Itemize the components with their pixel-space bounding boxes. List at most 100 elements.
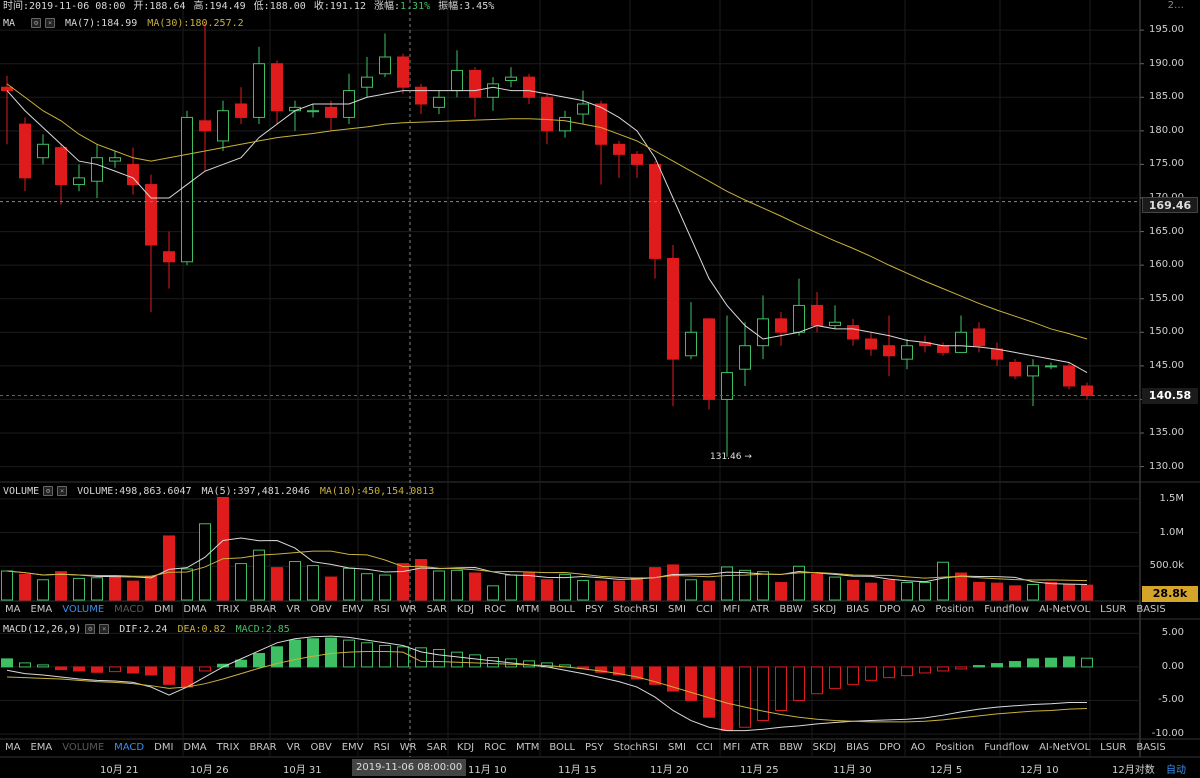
indicator-tab[interactable]: Position — [930, 741, 979, 755]
volume-bar — [631, 577, 643, 601]
macd-histogram-bar — [361, 642, 373, 668]
ma30-value: MA(30):180.257.2 — [147, 17, 244, 29]
indicator-tab[interactable]: CCI — [691, 603, 718, 617]
volume-bar — [19, 573, 31, 601]
candle-body — [271, 63, 283, 112]
indicator-tab[interactable]: BRAR — [244, 603, 281, 617]
indicator-tab[interactable]: AI-NetVOL — [1034, 603, 1095, 617]
macd-histogram-bar — [451, 651, 463, 668]
indicator-tab[interactable]: BASIS — [1131, 603, 1170, 617]
indicator-tab[interactable]: BRAR — [244, 741, 281, 755]
indicator-tab[interactable]: StochRSI — [609, 603, 663, 617]
indicator-tab[interactable]: WR — [395, 603, 422, 617]
indicator-tab[interactable]: MA — [0, 741, 25, 755]
indicator-tab[interactable]: SKDJ — [808, 603, 842, 617]
candle-body — [55, 147, 67, 186]
close-icon[interactable]: × — [99, 624, 110, 634]
indicator-tab[interactable]: BOLL — [544, 741, 580, 755]
macd-histogram-bar — [325, 637, 337, 668]
indicator-tab[interactable]: RSI — [369, 603, 395, 617]
indicator-tab[interactable]: MACD — [109, 741, 149, 755]
candle-body — [1, 86, 13, 92]
indicator-tab[interactable]: EMA — [25, 741, 57, 755]
settings-icon[interactable]: ⚙ — [85, 624, 96, 634]
indicator-tab[interactable]: BIAS — [841, 603, 874, 617]
indicator-tab[interactable]: BBW — [774, 603, 807, 617]
indicator-tab[interactable]: BASIS — [1131, 741, 1170, 755]
indicator-tab[interactable]: EMV — [337, 603, 369, 617]
indicator-tab[interactable]: PSY — [580, 741, 609, 755]
indicator-tab[interactable]: AO — [906, 603, 931, 617]
indicator-tab[interactable]: ATR — [745, 741, 774, 755]
candle-body — [847, 325, 859, 340]
indicator-tab[interactable]: MTM — [511, 603, 544, 617]
indicator-tab[interactable]: BIAS — [841, 741, 874, 755]
indicator-tab[interactable]: LSUR — [1095, 603, 1131, 617]
indicator-tab[interactable]: ROC — [479, 741, 511, 755]
indicator-tab[interactable]: VOLUME — [57, 741, 109, 755]
indicator-tab[interactable]: DMI — [149, 741, 178, 755]
macd-histogram-bar — [811, 666, 823, 695]
indicator-tab[interactable]: VOLUME — [57, 603, 109, 617]
indicator-tab[interactable]: SAR — [422, 603, 452, 617]
indicator-tab[interactable]: RSI — [369, 741, 395, 755]
indicator-tab[interactable]: KDJ — [452, 603, 479, 617]
indicator-tab[interactable]: OBV — [305, 603, 336, 617]
indicator-tab[interactable]: PSY — [580, 603, 609, 617]
indicator-tab[interactable]: AI-NetVOL — [1034, 741, 1095, 755]
indicator-tab[interactable]: Fundflow — [979, 603, 1034, 617]
indicator-tab[interactable]: ATR — [745, 603, 774, 617]
auto-scale-button[interactable]: 自动 — [1166, 761, 1186, 776]
indicator-tab[interactable]: VR — [282, 603, 306, 617]
indicator-tab[interactable]: DMA — [178, 603, 211, 617]
indicator-tab[interactable]: DMI — [149, 603, 178, 617]
indicator-tab[interactable]: MFI — [718, 741, 745, 755]
indicator-tab[interactable]: Position — [930, 603, 979, 617]
indicator-tab[interactable]: MTM — [511, 741, 544, 755]
indicator-tab[interactable]: DPO — [874, 603, 906, 617]
indicator-tab[interactable]: EMA — [25, 603, 57, 617]
macd-histogram-bar — [487, 657, 499, 668]
candle-body — [379, 56, 391, 75]
indicator-tab[interactable]: Fundflow — [979, 741, 1034, 755]
indicator-tab[interactable]: MA — [0, 603, 25, 617]
indicator-tab[interactable]: SMI — [663, 741, 691, 755]
indicator-tab[interactable]: SAR — [422, 741, 452, 755]
indicator-tab[interactable]: BBW — [774, 741, 807, 755]
indicator-tab[interactable]: MACD — [109, 603, 149, 617]
indicator-tab[interactable]: WR — [395, 741, 422, 755]
indicator-tab[interactable]: ROC — [479, 603, 511, 617]
candle-body — [1027, 365, 1039, 377]
macd-histogram-bar — [955, 666, 967, 670]
low-label: 低:188.00 — [253, 1, 306, 12]
indicator-tab[interactable]: StochRSI — [609, 741, 663, 755]
candle-body — [775, 318, 787, 333]
indicator-tab[interactable]: KDJ — [452, 741, 479, 755]
close-icon[interactable]: × — [45, 18, 56, 28]
indicator-tab[interactable]: BOLL — [544, 603, 580, 617]
indicator-tab[interactable]: SKDJ — [808, 741, 842, 755]
time-axis-label: 12月 10 — [1020, 765, 1059, 776]
indicator-tab[interactable]: OBV — [305, 741, 336, 755]
indicator-tab[interactable]: DMA — [178, 741, 211, 755]
chart-canvas[interactable] — [0, 0, 1200, 778]
indicator-tab[interactable]: TRIX — [212, 603, 245, 617]
close-label: 收:191.12 — [313, 1, 366, 12]
settings-icon[interactable]: ⚙ — [43, 486, 54, 496]
macd-histogram-bar — [1081, 657, 1093, 668]
indicator-tab[interactable]: DPO — [874, 741, 906, 755]
volume-bar — [757, 571, 769, 601]
indicator-tab[interactable]: EMV — [337, 741, 369, 755]
candle-body — [325, 106, 337, 118]
indicator-tab[interactable]: LSUR — [1095, 741, 1131, 755]
indicator-tab[interactable]: TRIX — [212, 741, 245, 755]
indicator-tab[interactable]: MFI — [718, 603, 745, 617]
indicator-tab[interactable]: SMI — [663, 603, 691, 617]
indicator-tab[interactable]: CCI — [691, 741, 718, 755]
settings-icon[interactable]: ⚙ — [31, 18, 42, 28]
macd-histogram-bar — [829, 666, 841, 689]
indicator-tab[interactable]: AO — [906, 741, 931, 755]
macd-histogram-bar — [919, 666, 931, 674]
indicator-tab[interactable]: VR — [282, 741, 306, 755]
close-icon[interactable]: × — [57, 486, 68, 496]
